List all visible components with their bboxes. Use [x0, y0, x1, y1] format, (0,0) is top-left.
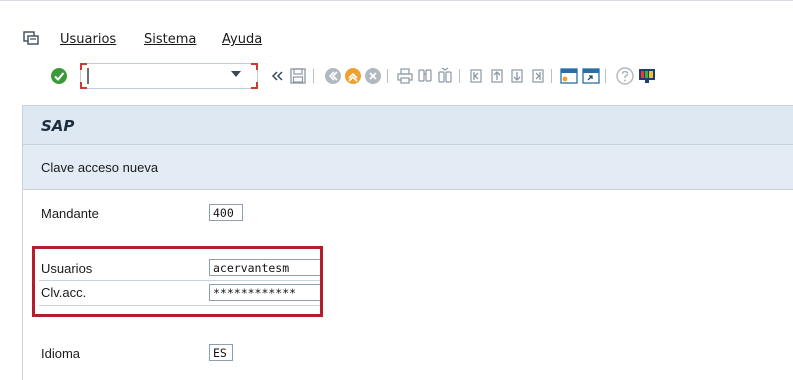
collapse-chevrons-icon[interactable]	[268, 67, 286, 85]
back-icon[interactable]	[324, 67, 342, 85]
cancel-icon[interactable]	[364, 67, 382, 85]
customize-layout-icon[interactable]	[638, 67, 656, 85]
menu-item-usuarios[interactable]: Usuarios	[60, 32, 116, 47]
first-page-icon[interactable]	[468, 67, 486, 85]
idioma-label: Idioma	[41, 346, 81, 361]
toolbar-separator	[313, 69, 314, 83]
subtitle-bar: Clave acceso nueva	[23, 145, 793, 190]
main-panel: SAP Clave acceso nueva Mandante 400 Usua…	[22, 105, 793, 380]
title-bar: SAP	[23, 106, 793, 145]
sap-logon-window: Usuarios Sistema Ayuda SAP Clave acceso …	[0, 0, 793, 380]
next-page-icon[interactable]	[508, 67, 526, 85]
page-subtitle: Clave acceso nueva	[41, 160, 159, 175]
password-field[interactable]: ************	[209, 284, 323, 301]
help-icon[interactable]	[616, 67, 634, 85]
field-divider	[39, 280, 322, 281]
field-divider	[39, 305, 322, 306]
exit-icon[interactable]	[344, 67, 362, 85]
page-title: SAP	[41, 117, 75, 135]
dropdown-arrow-icon[interactable]	[230, 69, 242, 79]
last-page-icon[interactable]	[528, 67, 546, 85]
password-label: Clv.acc.	[41, 285, 87, 300]
create-session-icon[interactable]	[560, 67, 578, 85]
save-icon[interactable]	[289, 67, 307, 85]
usuarios-label: Usuarios	[41, 261, 93, 276]
previous-page-icon[interactable]	[488, 67, 506, 85]
find-icon[interactable]	[416, 67, 434, 85]
menu-item-ayuda[interactable]: Ayuda	[222, 32, 262, 47]
menu-item-sistema[interactable]: Sistema	[144, 32, 196, 47]
mandante-label: Mandante	[41, 206, 99, 221]
find-next-icon[interactable]	[436, 67, 454, 85]
language-field[interactable]: ES	[209, 344, 233, 361]
mandante-field[interactable]: 400	[209, 204, 243, 221]
print-icon[interactable]	[396, 67, 414, 85]
login-form: Mandante 400 Usuarios acervantesm Clv.ac…	[23, 190, 793, 380]
menu-bar: Usuarios Sistema Ayuda	[0, 0, 793, 59]
toolbar-separator	[551, 69, 552, 83]
username-field[interactable]: acervantesm	[209, 259, 323, 276]
toolbar-separator	[387, 69, 388, 83]
shortcut-icon[interactable]	[582, 67, 600, 85]
command-input[interactable]	[87, 67, 237, 83]
enter-check-icon[interactable]	[50, 67, 68, 85]
toolbar-separator	[459, 69, 460, 83]
toolbar-separator	[605, 69, 606, 83]
menu-icon[interactable]	[23, 31, 39, 45]
